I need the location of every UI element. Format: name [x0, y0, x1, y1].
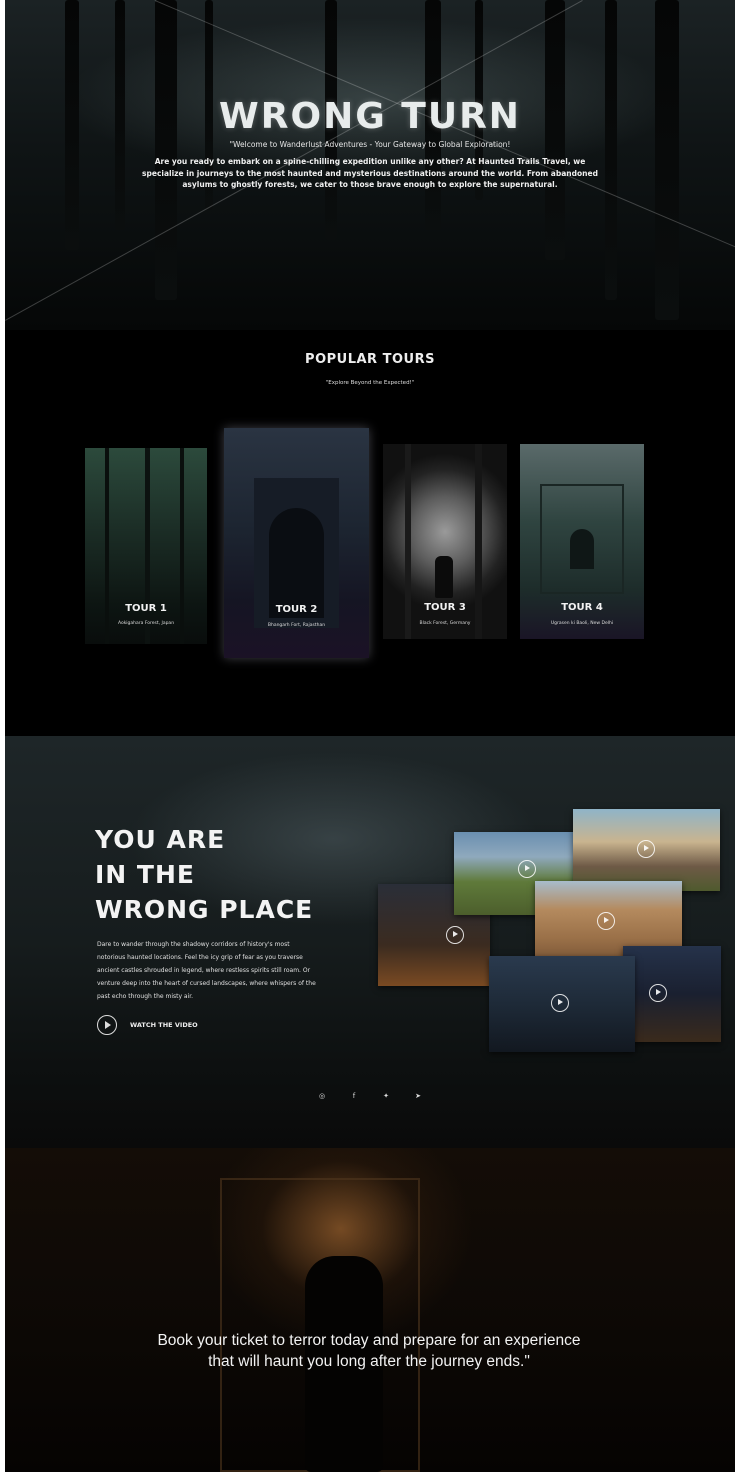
- tour-card-4[interactable]: TOUR 4 Ugrasen ki Baoli, New Delhi: [520, 444, 644, 639]
- telegram-icon[interactable]: ➤: [413, 1091, 423, 1101]
- hero-section: WRONG TURN "Welcome to Wanderlust Advent…: [5, 0, 735, 330]
- video-thumb-night-town[interactable]: [623, 946, 721, 1042]
- tour-card-location: Bhangarh Fort, Rajasthan: [267, 623, 326, 628]
- play-icon: [551, 994, 569, 1012]
- tour-card-label: TOUR 3: [424, 602, 466, 613]
- tour-card-label: TOUR 1: [125, 603, 167, 614]
- tour-card-location: Aokigahara Forest, Japan: [117, 621, 175, 626]
- video-thumb-ruins-sunset[interactable]: [573, 809, 720, 891]
- hero-subtitle: "Welcome to Wanderlust Adventures - Your…: [229, 140, 511, 149]
- watch-video-label: WATCH THE VIDEO: [130, 1021, 198, 1029]
- hero-title: WRONG TURN: [219, 96, 521, 137]
- tour-card-label: TOUR 2: [275, 604, 318, 615]
- facebook-icon[interactable]: f: [349, 1091, 359, 1101]
- twitter-icon[interactable]: ✦: [381, 1091, 391, 1101]
- book-tagline-line: that will haunt you long after the journ…: [208, 1353, 530, 1370]
- wrong-place-title: YOU ARE IN THE WRONG PLACE: [95, 822, 395, 927]
- play-icon: [446, 926, 464, 944]
- popular-tours-title: POPULAR TOURS: [305, 352, 435, 367]
- hero-description: Are you ready to embark on a spine-chill…: [142, 157, 598, 189]
- play-icon: [649, 984, 667, 1002]
- tour-card-1[interactable]: TOUR 1 Aokigahara Forest, Japan: [85, 448, 207, 644]
- title-line: IN THE: [95, 860, 195, 889]
- video-thumb-dark-forest[interactable]: [489, 956, 635, 1052]
- tour-card-location: Black Forest, Germany: [419, 621, 471, 626]
- play-icon: [597, 912, 615, 930]
- watch-video-button[interactable]: WATCH THE VIDEO: [97, 1015, 198, 1035]
- tour-card-3[interactable]: TOUR 3 Black Forest, Germany: [383, 444, 507, 639]
- wrong-place-section: YOU ARE IN THE WRONG PLACE Dare to wande…: [5, 736, 735, 1148]
- play-icon: [637, 840, 655, 858]
- play-icon: [518, 860, 536, 878]
- popular-tours-subtitle: "Explore Beyond the Expected!": [325, 380, 415, 386]
- tour-card-label: TOUR 4: [561, 602, 603, 613]
- book-tagline-line: Book your ticket to terror today and pre…: [157, 1332, 581, 1349]
- wrong-place-description: Dare to wander through the shadowy corri…: [97, 941, 316, 1000]
- tour-card-location: Ugrasen ki Baoli, New Delhi: [550, 621, 614, 626]
- deer-silhouette-icon: [435, 556, 453, 598]
- page: WRONG TURN "Welcome to Wanderlust Advent…: [5, 0, 735, 1472]
- instagram-icon[interactable]: ◎: [317, 1091, 327, 1101]
- book-tagline: Book your ticket to terror today and pre…: [105, 1330, 633, 1372]
- title-line: YOU ARE: [95, 825, 226, 854]
- book-section: Book your ticket to terror today and pre…: [5, 1148, 735, 1472]
- play-icon: [97, 1015, 117, 1035]
- title-line: WRONG PLACE: [95, 895, 314, 924]
- tour-card-2[interactable]: TOUR 2 Bhangarh Fort, Rajasthan: [224, 428, 369, 658]
